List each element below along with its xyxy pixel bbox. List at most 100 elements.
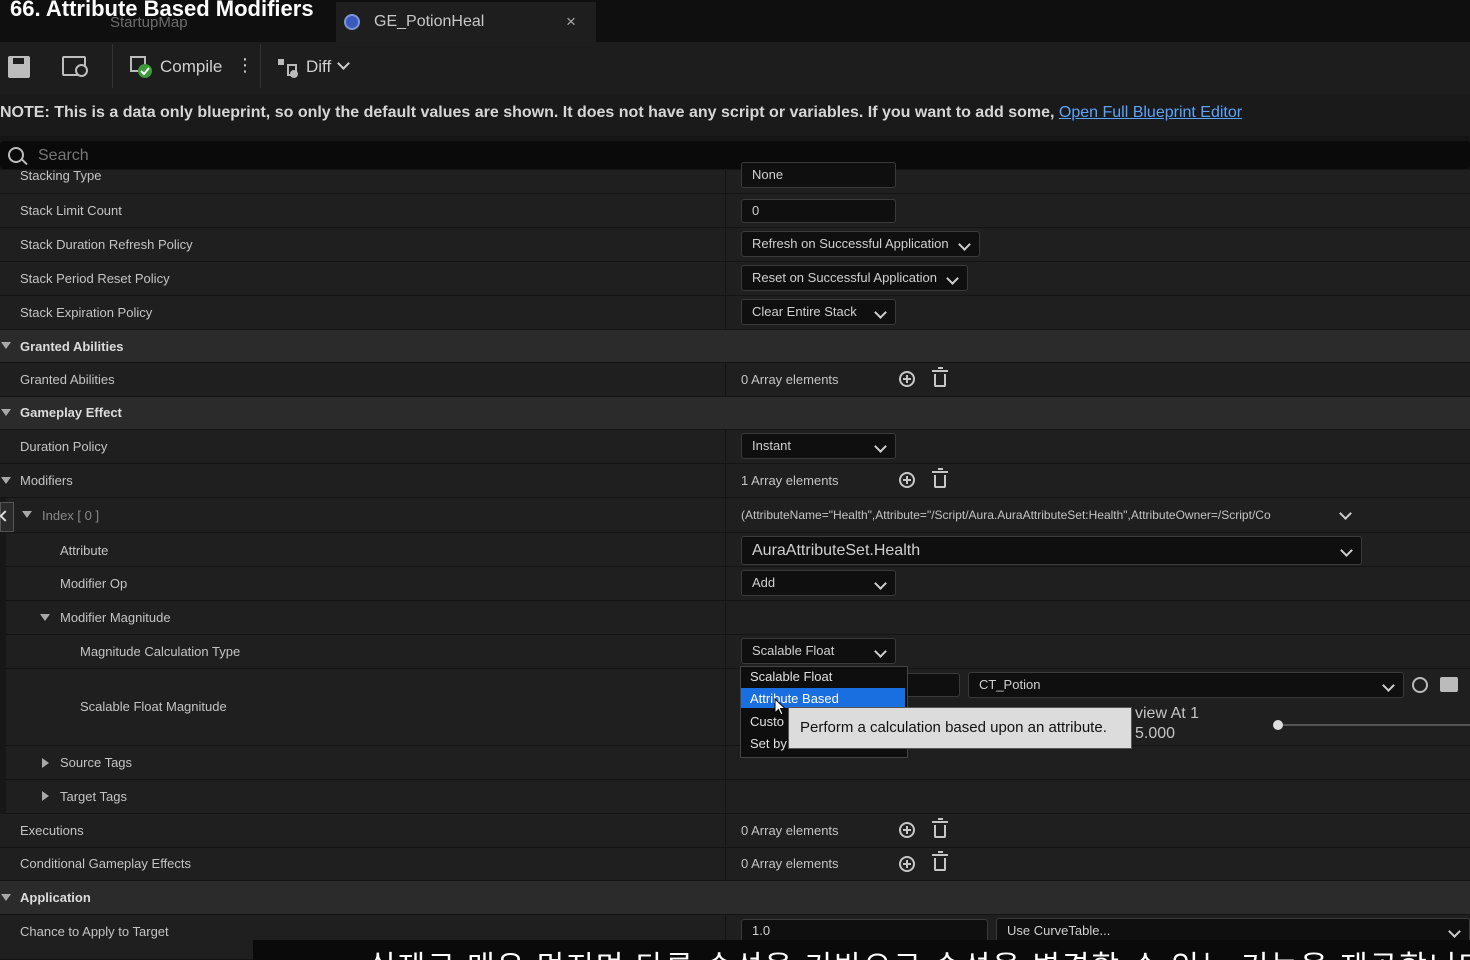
collapse-arrow-icon[interactable] <box>22 511 32 518</box>
add-element-icon[interactable] <box>899 472 915 488</box>
video-title-overlay: 66. Attribute Based Modifiers <box>10 0 314 21</box>
array-count: 0 Array elements <box>741 856 839 871</box>
modifier-summary: (AttributeName="Health",Attribute="/Scri… <box>741 508 1271 522</box>
column-divider <box>725 464 726 497</box>
curve-table-combo[interactable]: CT_Potion <box>968 672 1404 698</box>
browse-asset-icon[interactable] <box>62 56 88 77</box>
chevron-left-icon <box>0 510 11 522</box>
modifier-op-combo[interactable]: Add <box>741 570 896 596</box>
row-stack-duration-refresh: Stack Duration Refresh Policy Refresh on… <box>0 228 1470 262</box>
combo-value: Reset on Successful Application <box>752 270 937 285</box>
row-source-tags: Source Tags <box>0 746 1470 780</box>
compile-icon[interactable] <box>130 55 154 79</box>
row-modifier-magnitude: Modifier Magnitude <box>0 601 1470 635</box>
combo-value: AuraAttributeSet.Health <box>752 542 921 559</box>
property-label: Attribute <box>60 543 109 558</box>
column-divider <box>725 567 726 600</box>
open-full-blueprint-editor-link[interactable]: Open Full Blueprint Editor <box>1059 104 1242 121</box>
add-element-icon[interactable] <box>899 856 915 872</box>
property-label: Scalable Float Magnitude <box>80 699 227 714</box>
column-divider <box>725 533 726 566</box>
dropdown-option-set-by-caller[interactable]: Set by <box>750 736 787 751</box>
array-count: 0 Array elements <box>741 823 839 838</box>
category-gameplay-effect[interactable]: Gameplay Effect <box>0 397 1470 430</box>
mouse-cursor-icon <box>774 698 787 716</box>
use-selected-asset-icon[interactable] <box>1412 677 1428 693</box>
delete-all-icon[interactable] <box>932 851 948 871</box>
diff-button[interactable]: Diff <box>306 57 351 77</box>
column-divider <box>725 601 726 634</box>
tab-ge-potionheal[interactable]: GE_PotionHeal × <box>336 2 596 42</box>
stack-duration-refresh-combo[interactable]: Refresh on Successful Application <box>741 231 980 257</box>
expand-arrow-icon[interactable] <box>42 791 49 801</box>
tab-label: GE_PotionHeal <box>374 13 485 30</box>
column-divider <box>725 780 726 813</box>
preview-slider-handle[interactable] <box>1273 720 1283 730</box>
column-divider <box>725 498 726 532</box>
row-conditional-gameplay-effects: Conditional Gameplay Effects 0 Array ele… <box>0 848 1470 881</box>
diff-icon[interactable] <box>276 55 300 79</box>
property-label: Chance to Apply to Target <box>20 924 169 939</box>
property-label: Executions <box>20 823 84 838</box>
row-stack-period-reset: Stack Period Reset Policy Reset on Succe… <box>0 262 1470 296</box>
subtitle-text: 실제로 매우 멋지며 다른 속성을 기반으로 속성을 변경할 수 있는 기능을 … <box>368 942 1470 960</box>
column-divider <box>725 194 726 227</box>
combo-value: None <box>752 167 784 182</box>
combo-value: Add <box>752 575 776 590</box>
property-label: Target Tags <box>60 789 127 804</box>
browse-folder-icon[interactable] <box>1440 677 1458 692</box>
search-input[interactable] <box>36 143 1440 169</box>
stack-limit-count-field[interactable]: 0 <box>741 199 896 223</box>
search-icon <box>8 147 24 163</box>
preview-slider-track[interactable] <box>1278 724 1470 726</box>
compile-button[interactable]: Compile <box>160 57 222 77</box>
column-divider <box>725 262 726 295</box>
property-label: Stack Expiration Policy <box>20 305 153 320</box>
chevron-down-icon <box>337 57 351 70</box>
dropdown-option-scalable-float[interactable]: Scalable Float <box>750 669 832 684</box>
compile-options-button[interactable]: ⋮ <box>236 55 254 76</box>
category-granted-abilities[interactable]: Granted Abilities <box>0 330 1470 363</box>
stack-period-reset-combo[interactable]: Reset on Successful Application <box>741 265 968 291</box>
chevron-down-icon[interactable] <box>1339 507 1352 520</box>
dropdown-option-attribute-based[interactable]: Attribute Based <box>750 691 839 706</box>
category-label: Granted Abilities <box>20 339 124 354</box>
property-label: Modifier Op <box>60 576 128 591</box>
column-divider <box>725 430 726 463</box>
row-modifier-op: Modifier Op Add <box>0 567 1470 601</box>
column-divider <box>725 635 726 668</box>
category-label: Gameplay Effect <box>20 405 122 420</box>
combo-value: Clear Entire Stack <box>752 304 857 319</box>
collapse-arrow-icon[interactable] <box>40 614 50 621</box>
stacking-type-combo[interactable]: None <box>741 162 896 188</box>
blueprint-icon <box>344 14 360 30</box>
collapse-arrow-icon[interactable] <box>1 342 11 349</box>
expand-arrow-icon[interactable] <box>42 758 49 768</box>
collapse-side-tab[interactable] <box>0 502 14 532</box>
collapse-arrow-icon[interactable] <box>1 409 11 416</box>
delete-all-icon[interactable] <box>932 818 948 838</box>
property-label: Granted Abilities <box>20 372 115 387</box>
magnitude-calculation-type-combo[interactable]: Scalable Float <box>741 638 896 664</box>
data-only-note: NOTE: This is a data only blueprint, so … <box>0 104 1242 122</box>
row-granted-abilities: Granted Abilities 0 Array elements <box>0 363 1470 397</box>
column-divider <box>725 228 726 261</box>
stack-expiration-combo[interactable]: Clear Entire Stack <box>741 299 896 325</box>
chevron-down-icon <box>1340 544 1353 557</box>
delete-all-icon[interactable] <box>932 468 948 488</box>
duration-policy-combo[interactable]: Instant <box>741 433 896 459</box>
row-stacking-type: Stacking Type None <box>0 162 1470 194</box>
attribute-combo[interactable]: AuraAttributeSet.Health <box>741 536 1362 565</box>
add-element-icon[interactable] <box>899 371 915 387</box>
video-subtitle-overlay: 실제로 매우 멋지며 다른 속성을 기반으로 속성을 변경할 수 있는 기능을 … <box>253 940 1470 960</box>
close-tab-icon[interactable]: × <box>566 12 576 32</box>
add-element-icon[interactable] <box>899 822 915 838</box>
indent-guide <box>0 601 6 635</box>
collapse-arrow-icon[interactable] <box>1 894 11 901</box>
save-icon[interactable] <box>8 56 30 78</box>
scalable-float-value-field[interactable] <box>900 673 960 697</box>
category-application[interactable]: Application <box>0 881 1470 915</box>
collapse-arrow-icon[interactable] <box>1 477 11 484</box>
delete-all-icon[interactable] <box>932 367 948 387</box>
indent-guide <box>0 635 6 669</box>
